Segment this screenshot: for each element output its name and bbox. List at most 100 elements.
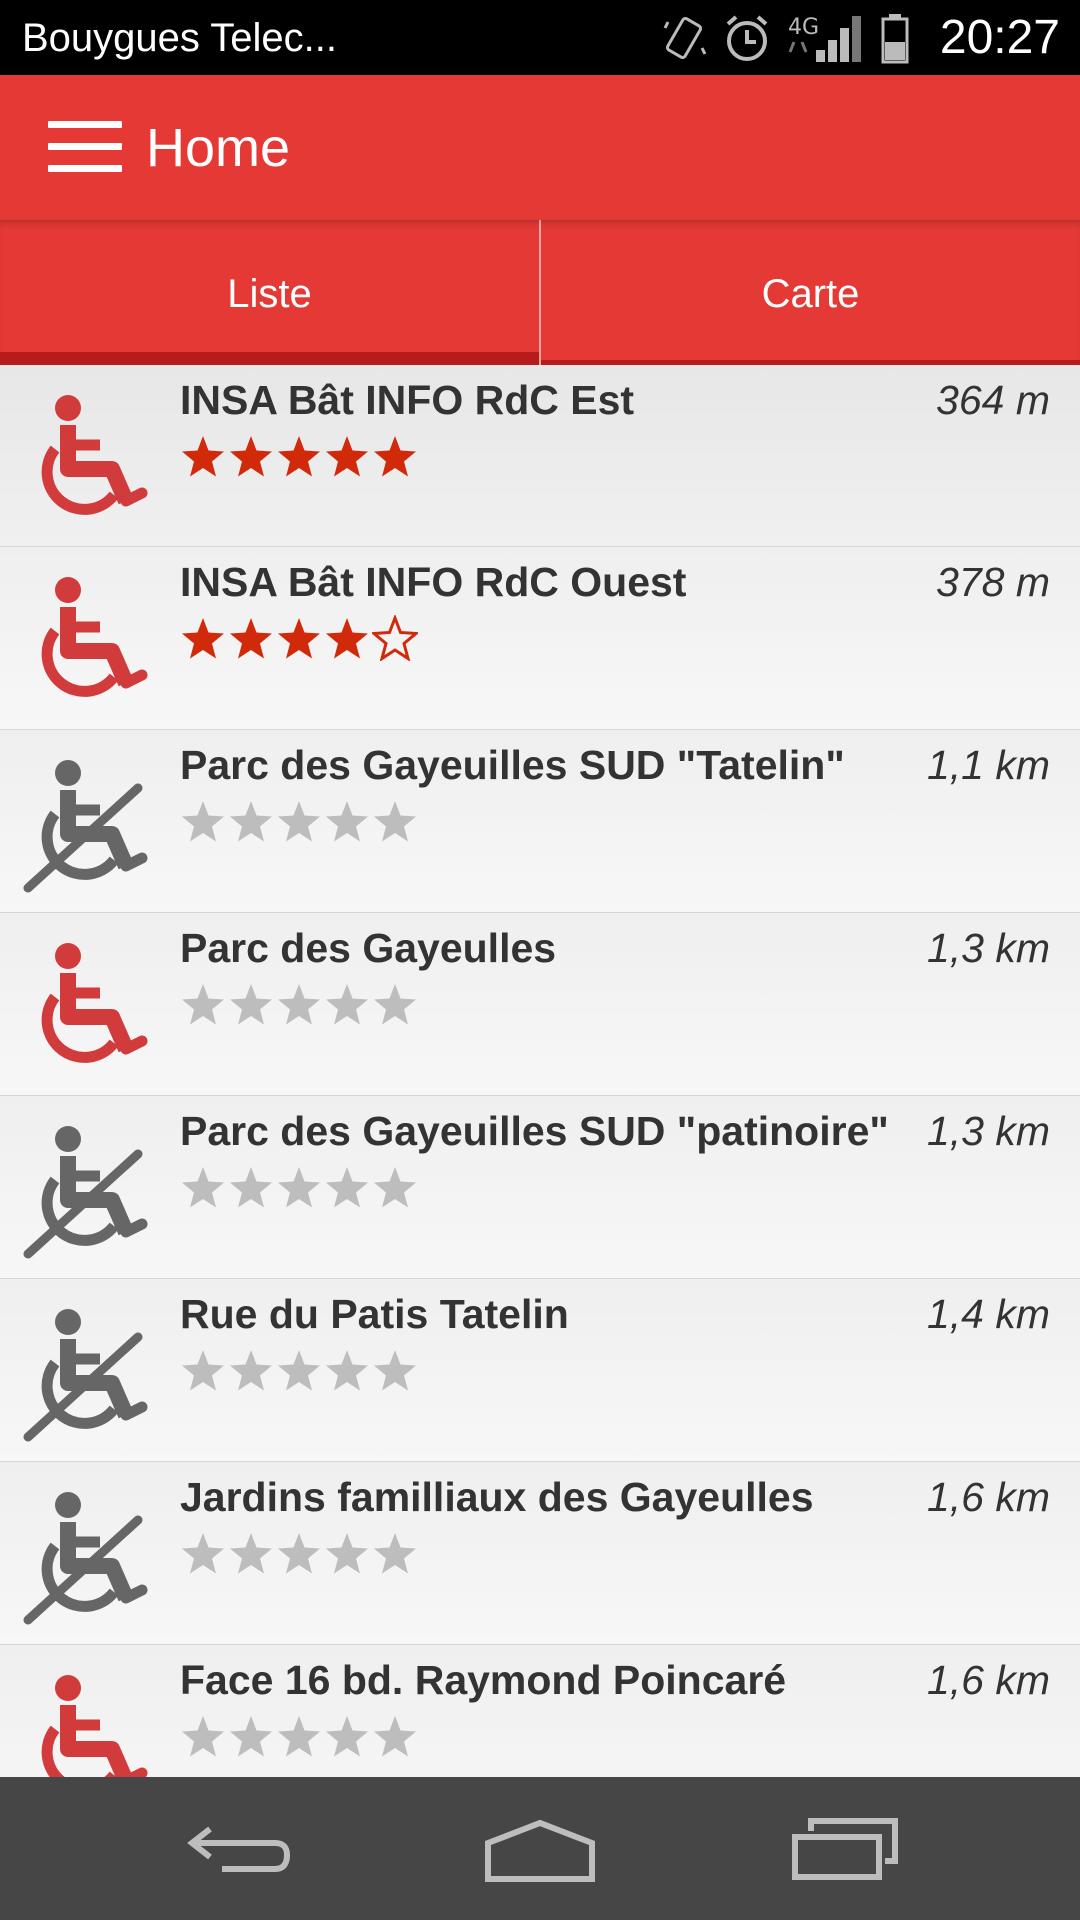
app-bar: Home <box>0 75 1080 220</box>
star-outline-icon <box>372 615 418 661</box>
star-empty-icon <box>374 984 416 1025</box>
rating-stars <box>180 981 418 1027</box>
star-empty-icon <box>374 801 416 842</box>
star-empty-icon <box>278 1350 320 1391</box>
star-empty-icon <box>326 1167 368 1208</box>
place-name: Parc des Gayeuilles SUD "patinoire" <box>180 1108 889 1154</box>
star-empty-icon <box>182 801 224 842</box>
rating-stars <box>180 615 418 661</box>
wheelchair-not-accessible-icon <box>23 1492 148 1625</box>
rating-stars <box>180 433 418 479</box>
hamburger-menu-icon[interactable] <box>48 121 122 173</box>
star-empty-icon <box>182 1350 224 1391</box>
signal-icon: 4G <box>788 15 861 62</box>
place-distance: 1,6 km <box>926 1474 1050 1520</box>
wheelchair-not-accessible-icon <box>23 760 148 893</box>
star-empty-icon <box>182 1716 224 1757</box>
star-empty-icon <box>230 801 272 842</box>
star-filled-icon <box>182 436 224 477</box>
star-filled-icon <box>326 618 368 659</box>
carrier-name: Bouygues Telec... <box>22 16 338 60</box>
place-name: INSA Bât INFO RdC Est <box>180 377 635 423</box>
tab-label: Liste <box>227 272 312 316</box>
star-empty-icon <box>374 1350 416 1391</box>
status-bar: Bouygues Telec... 4G 20:27 <box>0 0 1080 75</box>
list-item[interactable]: INSA Bât INFO RdC Ouest 378 m <box>0 547 1080 730</box>
star-empty-icon <box>230 1716 272 1757</box>
place-name: INSA Bât INFO RdC Ouest <box>180 559 687 605</box>
place-distance: 1,3 km <box>926 1108 1050 1154</box>
battery-icon <box>881 14 909 64</box>
star-empty-icon <box>278 1533 320 1574</box>
star-empty-icon <box>374 1716 416 1757</box>
place-distance: 1,3 km <box>926 925 1050 971</box>
place-distance: 1,1 km <box>926 742 1050 788</box>
wheelchair-not-accessible-icon <box>23 1126 148 1259</box>
star-empty-icon <box>182 984 224 1025</box>
star-empty-icon <box>326 1716 368 1757</box>
star-filled-icon <box>278 436 320 477</box>
star-filled-icon <box>278 618 320 659</box>
home-icon[interactable] <box>480 1807 600 1891</box>
rating-stars <box>180 1164 418 1210</box>
star-empty-icon <box>182 1533 224 1574</box>
tab-bar: Liste Carte <box>0 220 1080 365</box>
rating-stars <box>180 1713 418 1759</box>
back-icon[interactable] <box>180 1807 300 1891</box>
page-title: Home <box>146 118 291 178</box>
place-distance: 378 m <box>936 559 1050 605</box>
star-empty-icon <box>278 1716 320 1757</box>
navigation-bar <box>0 1777 1080 1920</box>
star-empty-icon <box>326 1350 368 1391</box>
tab-carte[interactable]: Carte <box>541 220 1080 365</box>
star-empty-icon <box>374 1533 416 1574</box>
place-distance: 1,4 km <box>926 1291 1050 1337</box>
wheelchair-accessible-icon <box>41 577 148 697</box>
list-item[interactable]: Rue du Patis Tatelin 1,4 km <box>0 1279 1080 1462</box>
star-empty-icon <box>278 984 320 1025</box>
list-item[interactable]: INSA Bât INFO RdC Est 364 m <box>0 365 1080 547</box>
tab-liste[interactable]: Liste <box>0 220 539 365</box>
list-item[interactable]: Jardins familliaux des Gayeulles 1,6 km <box>0 1462 1080 1645</box>
star-empty-icon <box>230 1533 272 1574</box>
star-empty-icon <box>374 1167 416 1208</box>
clock: 20:27 <box>939 11 1060 64</box>
wheelchair-accessible-icon <box>41 1675 148 1777</box>
list-item[interactable]: Parc des Gayeulles 1,3 km <box>0 913 1080 1096</box>
place-distance: 364 m <box>936 377 1050 423</box>
star-filled-icon <box>230 436 272 477</box>
place-name: Jardins familliaux des Gayeulles <box>180 1474 814 1520</box>
list-item[interactable]: Parc des Gayeuilles SUD "Tatelin" 1,1 km <box>0 730 1080 913</box>
star-filled-icon <box>182 618 224 659</box>
star-filled-icon <box>326 436 368 477</box>
svg-text:4G: 4G <box>788 15 819 40</box>
star-empty-icon <box>326 1533 368 1574</box>
star-empty-icon <box>230 984 272 1025</box>
star-empty-icon <box>230 1350 272 1391</box>
star-filled-icon <box>374 436 416 477</box>
recent-apps-icon[interactable] <box>785 1807 905 1891</box>
star-filled-icon <box>230 618 272 659</box>
star-empty-icon <box>326 801 368 842</box>
star-empty-icon <box>230 1167 272 1208</box>
place-name: Parc des Gayeulles <box>180 925 557 971</box>
star-empty-icon <box>278 801 320 842</box>
place-name: Rue du Patis Tatelin <box>180 1291 569 1337</box>
wheelchair-accessible-icon <box>41 395 148 515</box>
star-empty-icon <box>326 984 368 1025</box>
tab-label: Carte <box>761 272 860 316</box>
rating-stars <box>180 1347 418 1393</box>
star-empty-icon <box>278 1167 320 1208</box>
list-item[interactable]: Parc des Gayeuilles SUD "patinoire" 1,3 k… <box>0 1096 1080 1279</box>
wheelchair-accessible-icon <box>41 943 148 1063</box>
vibrate-icon <box>663 17 707 59</box>
selected-tab-indicator <box>0 352 539 365</box>
place-name: Parc des Gayeuilles SUD "Tatelin" <box>180 742 845 788</box>
rating-stars <box>180 798 418 844</box>
places-list[interactable]: INSA Bât INFO RdC Est 364 m INSA Bât INFO … <box>0 365 1080 1777</box>
rating-stars <box>180 1530 418 1576</box>
place-distance: 1,6 km <box>926 1657 1050 1703</box>
wheelchair-not-accessible-icon <box>23 1309 148 1442</box>
list-item[interactable]: Face 16 bd. Raymond Poincaré 1,6 km <box>0 1645 1080 1777</box>
alarm-icon <box>726 15 768 61</box>
